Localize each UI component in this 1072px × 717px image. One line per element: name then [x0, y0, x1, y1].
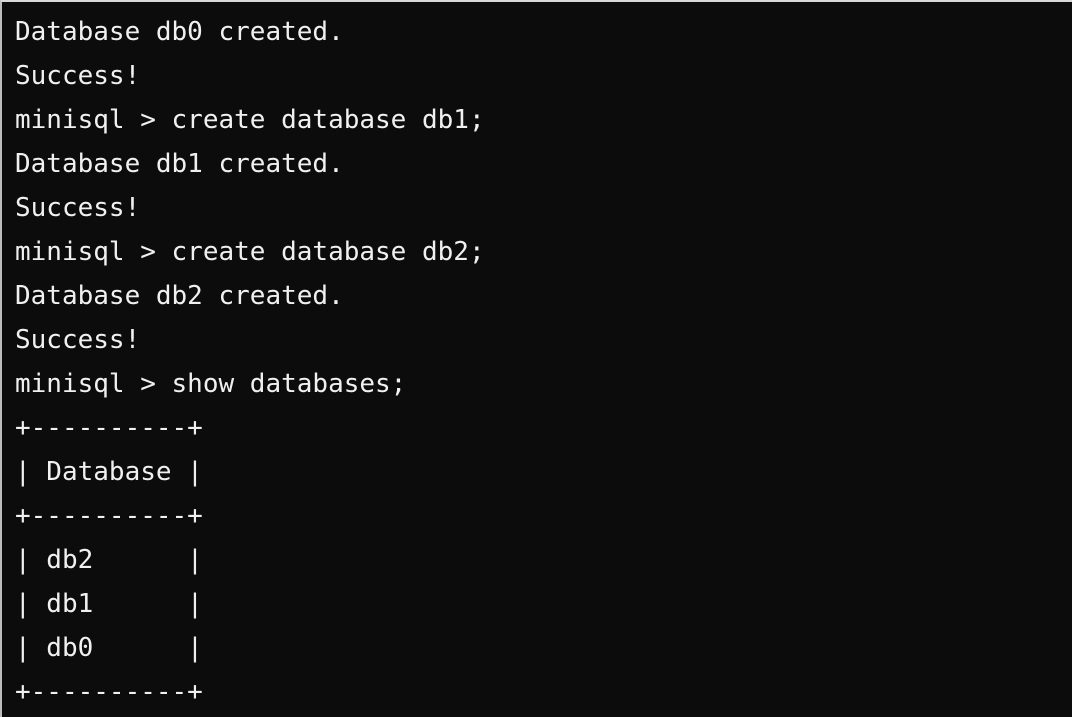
terminal-output: Database db0 created. Success! minisql >… [15, 10, 485, 714]
output-line: Success! [15, 193, 141, 223]
command-line: minisql > create database db1; [15, 105, 485, 135]
command-line: minisql > create database db2; [15, 237, 485, 267]
command-line: minisql > show databases; [15, 369, 407, 399]
table-border: +----------+ [15, 677, 203, 707]
table-header: | Database | [15, 457, 203, 487]
table-border: +----------+ [15, 501, 203, 531]
terminal-window[interactable]: Database db0 created. Success! minisql >… [0, 0, 1072, 717]
output-line: Database db1 created. [15, 149, 344, 179]
output-line: Database db2 created. [15, 281, 344, 311]
table-border: +----------+ [15, 413, 203, 443]
output-line: Success! [15, 61, 141, 91]
output-line: Database db0 created. [15, 17, 344, 47]
table-row: | db1 | [15, 589, 203, 619]
output-line: Success! [15, 325, 141, 355]
table-row: | db0 | [15, 633, 203, 663]
table-row: | db2 | [15, 545, 203, 575]
